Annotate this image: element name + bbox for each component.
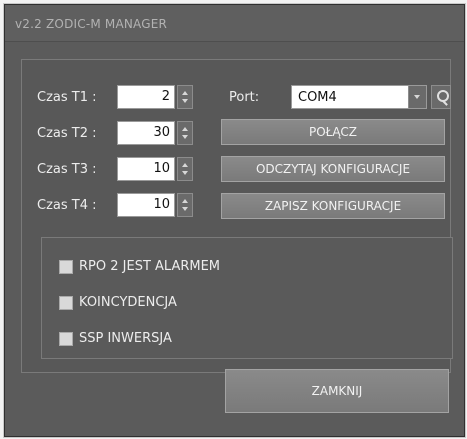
timer-t3-input[interactable]: 10: [117, 157, 175, 181]
spin-up-icon[interactable]: [182, 91, 188, 95]
checkbox-koincydencja[interactable]: [59, 296, 73, 310]
checkbox-label-rpo2-alarm: RPO 2 JEST ALARMEM: [79, 259, 221, 274]
spin-down-icon[interactable]: [182, 171, 188, 175]
spin-up-icon[interactable]: [182, 163, 188, 167]
window-title: v2.2 ZODIC-M MANAGER: [15, 17, 168, 31]
checkbox-label-ssp-inwersja: SSP INWERSJA: [79, 331, 172, 346]
timer-t1-spinbox[interactable]: 2: [117, 85, 195, 109]
timer-t2-spinbox[interactable]: 30: [117, 121, 195, 145]
spin-up-icon[interactable]: [182, 199, 188, 203]
title-bar: v2.2 ZODIC-M MANAGER: [5, 5, 464, 41]
timer-t2-input[interactable]: 30: [117, 121, 175, 145]
chevron-down-icon[interactable]: [408, 86, 426, 108]
title-divider: [5, 41, 464, 42]
timer-t1-input[interactable]: 2: [117, 85, 175, 109]
timer-t3-spinbox[interactable]: 10: [117, 157, 195, 181]
port-select[interactable]: COM4: [291, 85, 427, 109]
app-window: v2.2 ZODIC-M MANAGER Czas T1 : 2 Czas T2…: [4, 4, 465, 437]
timer-t4-spinbox[interactable]: 10: [117, 193, 195, 217]
spin-up-icon[interactable]: [182, 127, 188, 131]
port-select-value: COM4: [298, 90, 337, 105]
read-config-button[interactable]: ODCZYTAJ KONFIGURACJE: [221, 156, 445, 182]
checkbox-ssp-inwersja[interactable]: [59, 332, 73, 346]
timer-t2-spin-arrows[interactable]: [177, 121, 193, 145]
connect-button[interactable]: POŁĄCZ: [221, 119, 445, 145]
timer-t3-spin-arrows[interactable]: [177, 157, 193, 181]
timer-t1-spin-arrows[interactable]: [177, 85, 193, 109]
timer-label-t3: Czas T3 :: [37, 162, 97, 177]
timer-t4-input[interactable]: 10: [117, 193, 175, 217]
checkbox-label-koincydencja: KOINCYDENCJA: [79, 295, 177, 310]
port-label: Port:: [229, 90, 260, 105]
timer-label-t2: Czas T2 :: [37, 126, 97, 141]
port-search-button[interactable]: [431, 85, 451, 109]
timer-label-t4: Czas T4 :: [37, 198, 97, 213]
spin-down-icon[interactable]: [182, 99, 188, 103]
timer-t4-spin-arrows[interactable]: [177, 193, 193, 217]
close-button[interactable]: ZAMKNIJ: [225, 369, 449, 413]
spin-down-icon[interactable]: [182, 207, 188, 211]
save-config-button[interactable]: ZAPISZ KONFIGURACJE: [221, 193, 445, 219]
search-icon-handle: [442, 100, 448, 106]
timer-label-t1: Czas T1 :: [37, 90, 97, 105]
checkbox-rpo2-alarm[interactable]: [59, 260, 73, 274]
spin-down-icon[interactable]: [182, 135, 188, 139]
